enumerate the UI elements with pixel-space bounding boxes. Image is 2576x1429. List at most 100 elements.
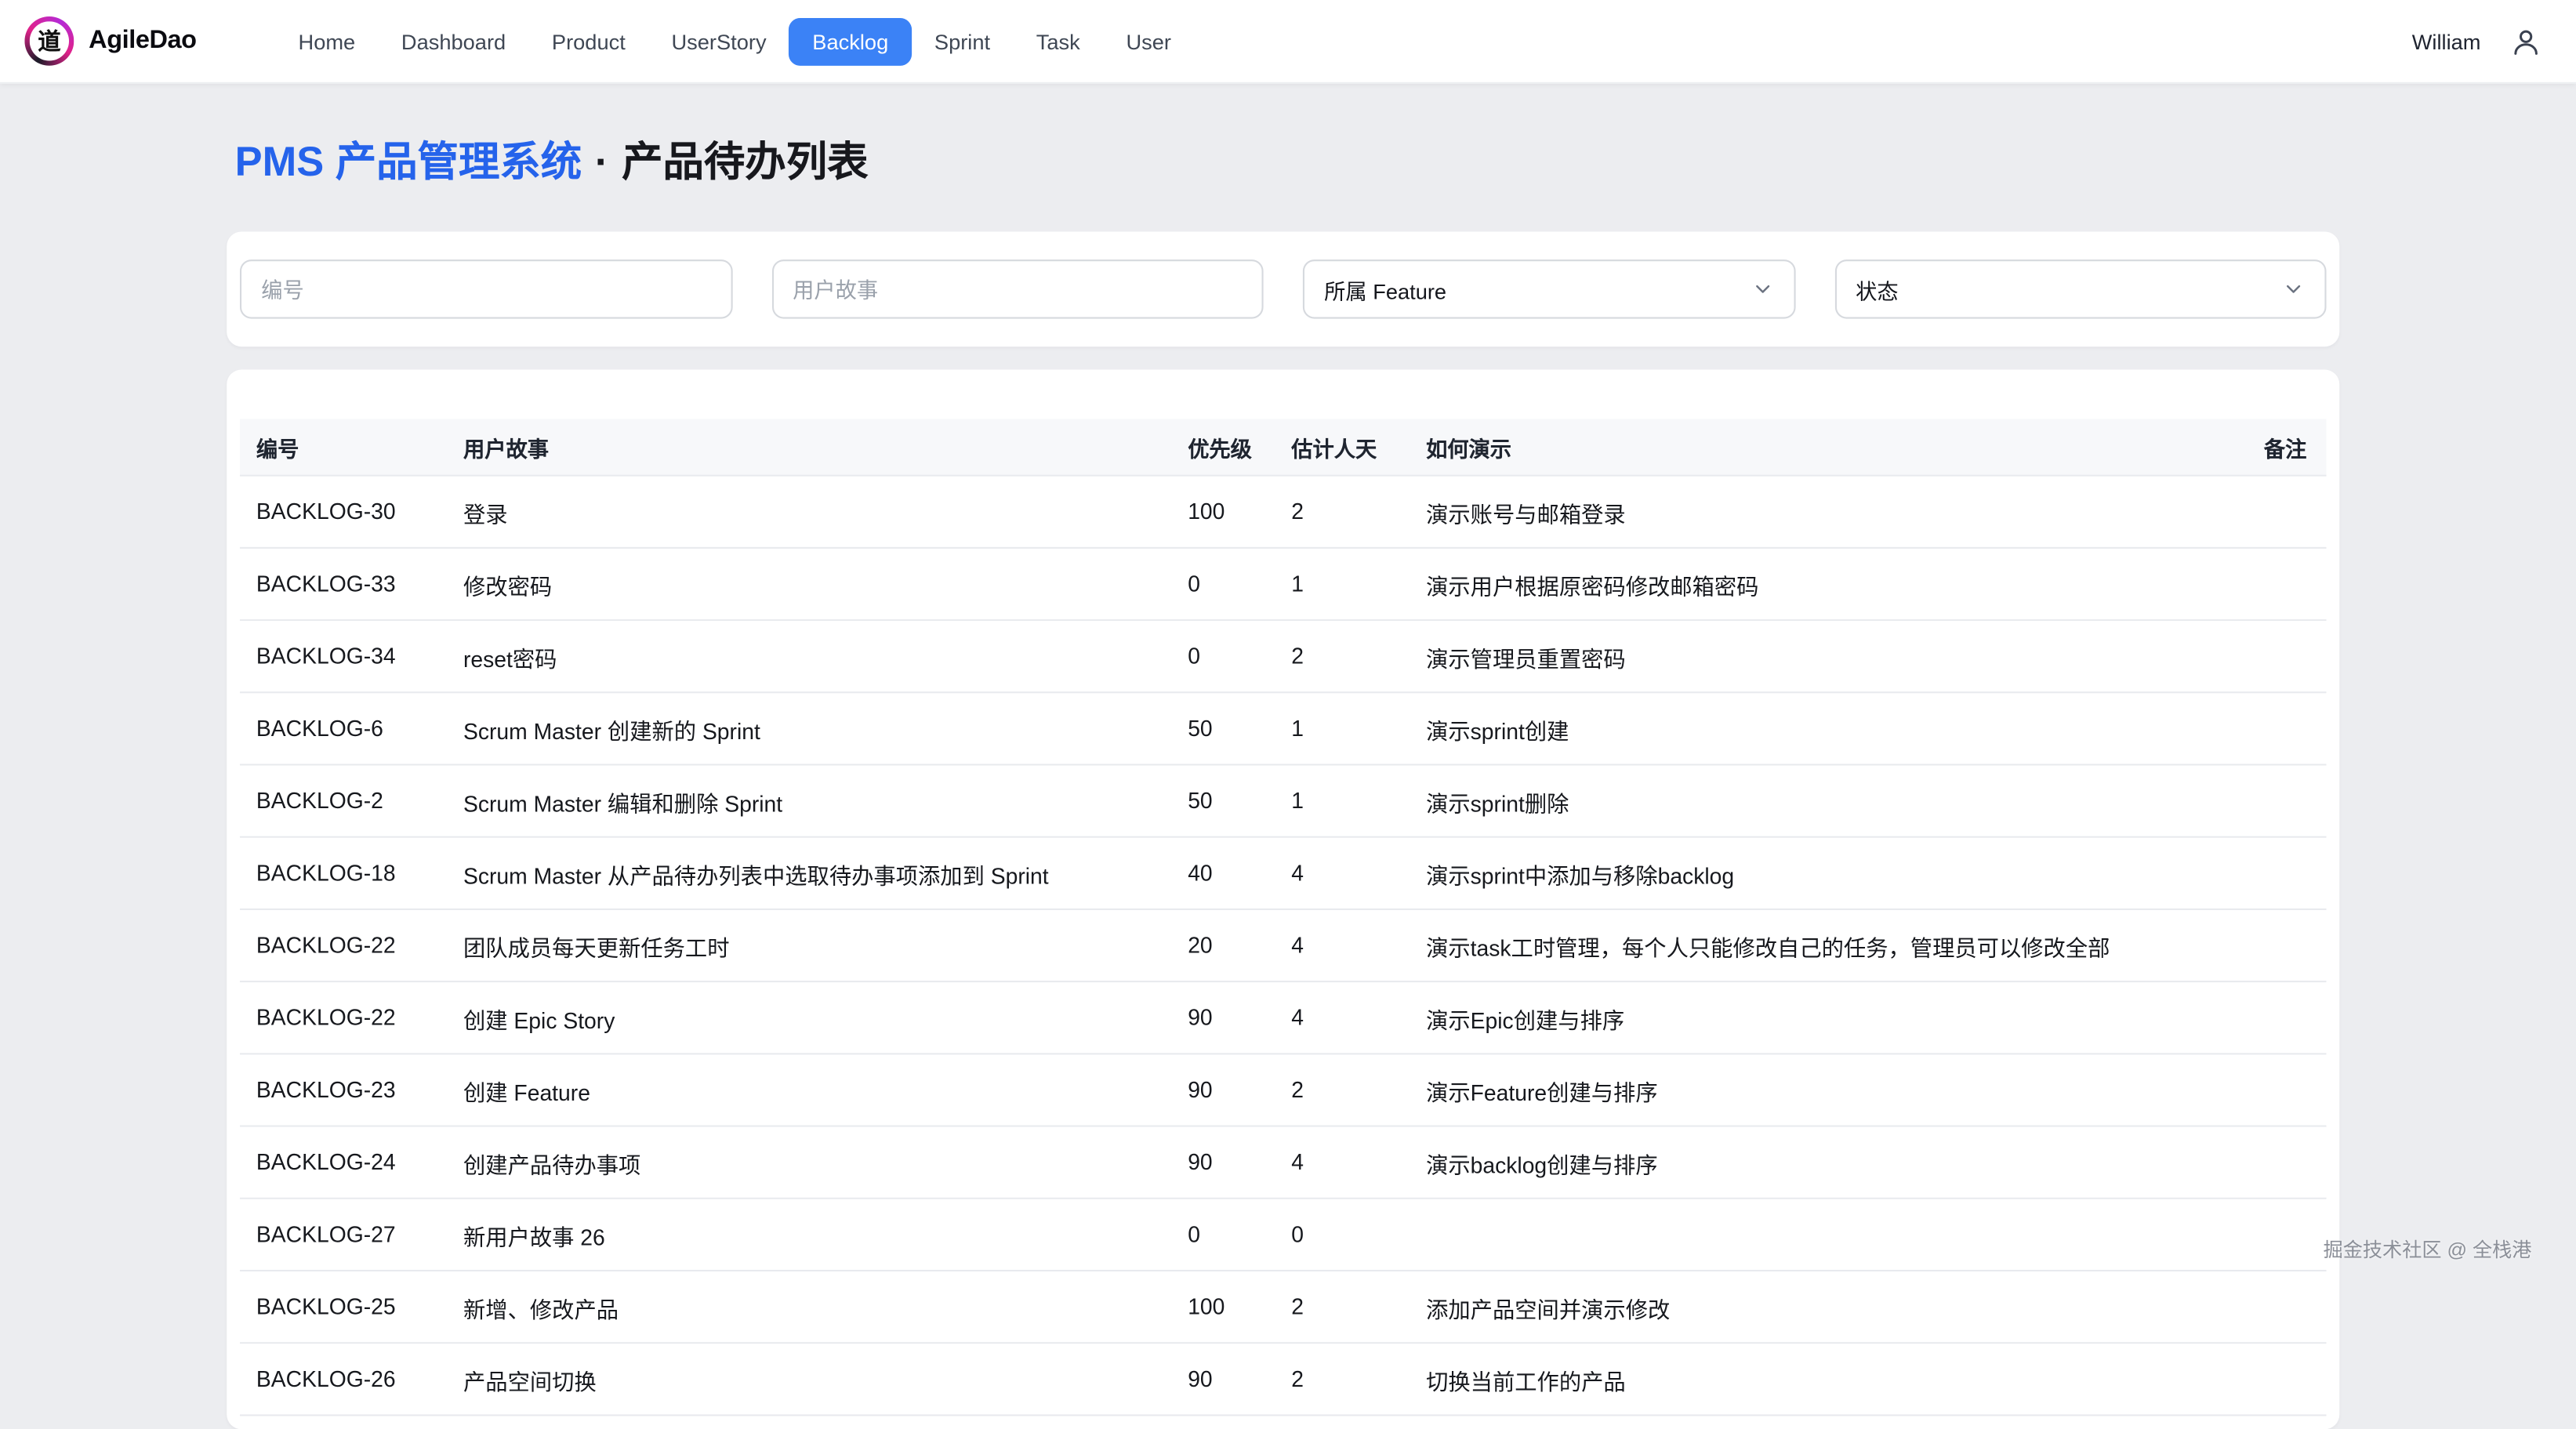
cell-story: 创建 Feature xyxy=(447,1074,1171,1107)
cell-story: Scrum Master 创建新的 Sprint xyxy=(447,712,1171,745)
cell-story: Scrum Master 从产品待办列表中选取待办事项添加到 Sprint xyxy=(447,857,1171,890)
nav-items: HomeDashboardProductUserStoryBacklogSpri… xyxy=(275,17,1194,65)
user-name[interactable]: William xyxy=(2412,29,2481,53)
cell-id: BACKLOG-18 xyxy=(240,861,447,885)
cell-priority: 0 xyxy=(1171,644,1275,669)
cell-demo: 演示Epic创建与排序 xyxy=(1410,1001,2248,1034)
cell-demo: 演示管理员重置密码 xyxy=(1410,640,2248,673)
cell-id: BACKLOG-33 xyxy=(240,571,447,596)
table-row[interactable]: BACKLOG-26产品空间切换902切换当前工作的产品 xyxy=(240,1344,2327,1416)
cell-demo: 演示账号与邮箱登录 xyxy=(1410,495,2248,528)
page-title: PMS 产品管理系统 · 产品待办列表 xyxy=(235,130,2340,189)
column-header: 优先级 xyxy=(1171,431,1275,462)
cell-days: 1 xyxy=(1275,789,1410,813)
brand-name: AgileDao xyxy=(89,27,196,56)
nav-item-backlog[interactable]: Backlog xyxy=(789,17,912,65)
cell-id: BACKLOG-24 xyxy=(240,1150,447,1174)
page-title-separator: · xyxy=(595,140,608,187)
nav-item-task[interactable]: Task xyxy=(1013,17,1103,65)
cell-id: BACKLOG-23 xyxy=(240,1078,447,1102)
brand[interactable]: 道 AgileDao xyxy=(24,16,196,66)
backlog-table-card: 编号用户故事优先级估计人天如何演示备注 BACKLOG-30登录1002演示账号… xyxy=(227,370,2339,1429)
cell-id: BACKLOG-30 xyxy=(240,499,447,524)
feature-select-value: 所属 Feature xyxy=(1324,274,1446,305)
table-header-row: 编号用户故事优先级估计人天如何演示备注 xyxy=(240,419,2327,476)
cell-priority: 90 xyxy=(1171,1006,1275,1030)
chevron-down-icon xyxy=(2282,277,2305,300)
cell-demo: 演示Feature创建与排序 xyxy=(1410,1074,2248,1107)
table-row[interactable]: BACKLOG-34reset密码02演示管理员重置密码 xyxy=(240,621,2327,693)
nav-item-sprint[interactable]: Sprint xyxy=(912,17,1014,65)
cell-id: BACKLOG-22 xyxy=(240,933,447,957)
main-content: PMS 产品管理系统 · 产品待办列表 所属 Feature 状态 编号用户故事… xyxy=(0,130,2576,1429)
status-select-value: 状态 xyxy=(1856,274,1899,305)
cell-id: BACKLOG-25 xyxy=(240,1294,447,1318)
table-row[interactable]: BACKLOG-2Scrum Master 编辑和删除 Sprint501演示s… xyxy=(240,766,2327,838)
cell-days: 2 xyxy=(1275,1078,1410,1102)
cell-story: 产品空间切换 xyxy=(447,1362,1171,1395)
cell-demo: 添加产品空间并演示修改 xyxy=(1410,1290,2248,1323)
nav-right: William xyxy=(2412,25,2542,56)
column-header: 如何演示 xyxy=(1410,431,2248,462)
nav-item-user[interactable]: User xyxy=(1103,17,1194,65)
story-filter-input[interactable] xyxy=(771,259,1264,318)
cell-story: reset密码 xyxy=(447,640,1171,673)
app-viewport: 道 AgileDao HomeDashboardProductUserStory… xyxy=(0,0,2576,1378)
table-body: BACKLOG-30登录1002演示账号与邮箱登录BACKLOG-33修改密码0… xyxy=(240,477,2327,1416)
nav-item-product[interactable]: Product xyxy=(529,17,649,65)
table-row[interactable]: BACKLOG-6Scrum Master 创建新的 Sprint501演示sp… xyxy=(240,693,2327,765)
table-row[interactable]: BACKLOG-18Scrum Master 从产品待办列表中选取待办事项添加到… xyxy=(240,838,2327,910)
table-row[interactable]: BACKLOG-27新用户故事 2600 xyxy=(240,1199,2327,1271)
cell-story: Scrum Master 编辑和删除 Sprint xyxy=(447,785,1171,818)
cell-demo: 演示task工时管理，每个人只能修改自己的任务，管理员可以修改全部 xyxy=(1410,929,2248,962)
cell-demo: 演示sprint删除 xyxy=(1410,785,2248,818)
logo-glyph: 道 xyxy=(38,30,60,53)
cell-priority: 0 xyxy=(1171,571,1275,596)
cell-story: 创建 Epic Story xyxy=(447,1001,1171,1034)
cell-story: 团队成员每天更新任务工时 xyxy=(447,929,1171,962)
cell-id: BACKLOG-2 xyxy=(240,789,447,813)
nav-item-dashboard[interactable]: Dashboard xyxy=(379,17,529,65)
cell-priority: 50 xyxy=(1171,716,1275,741)
nav-item-home[interactable]: Home xyxy=(275,17,378,65)
cell-priority: 90 xyxy=(1171,1078,1275,1102)
table-row[interactable]: BACKLOG-24创建产品待办事项904演示backlog创建与排序 xyxy=(240,1127,2327,1199)
page-title-section: 产品待办列表 xyxy=(622,130,868,189)
cell-story: 新用户故事 26 xyxy=(447,1218,1171,1251)
cell-story: 创建产品待办事项 xyxy=(447,1146,1171,1179)
cell-priority: 40 xyxy=(1171,861,1275,885)
chevron-down-icon xyxy=(1751,277,1773,300)
status-select[interactable]: 状态 xyxy=(1834,259,2327,318)
cell-priority: 0 xyxy=(1171,1222,1275,1246)
cell-priority: 20 xyxy=(1171,933,1275,957)
id-filter-input[interactable] xyxy=(240,259,732,318)
page-title-system: PMS 产品管理系统 xyxy=(235,130,582,189)
top-nav: 道 AgileDao HomeDashboardProductUserStory… xyxy=(0,0,2576,84)
table-row[interactable]: BACKLOG-23创建 Feature902演示Feature创建与排序 xyxy=(240,1054,2327,1126)
cell-story: 修改密码 xyxy=(447,568,1171,600)
user-icon[interactable] xyxy=(2510,25,2542,56)
cell-days: 4 xyxy=(1275,1006,1410,1030)
cell-priority: 50 xyxy=(1171,789,1275,813)
nav-item-userstory[interactable]: UserStory xyxy=(648,17,789,65)
cell-id: BACKLOG-27 xyxy=(240,1222,447,1246)
cell-days: 2 xyxy=(1275,1294,1410,1318)
feature-select[interactable]: 所属 Feature xyxy=(1303,259,1795,318)
cell-id: BACKLOG-6 xyxy=(240,716,447,741)
table-row[interactable]: BACKLOG-22团队成员每天更新任务工时204演示task工时管理，每个人只… xyxy=(240,910,2327,982)
table-row[interactable]: BACKLOG-25新增、修改产品1002添加产品空间并演示修改 xyxy=(240,1271,2327,1344)
cell-days: 4 xyxy=(1275,933,1410,957)
cell-days: 4 xyxy=(1275,1150,1410,1174)
cell-demo: 演示用户根据原密码修改邮箱密码 xyxy=(1410,568,2248,600)
cell-story: 登录 xyxy=(447,495,1171,528)
cell-days: 1 xyxy=(1275,571,1410,596)
cell-days: 2 xyxy=(1275,1367,1410,1391)
table-row[interactable]: BACKLOG-33修改密码01演示用户根据原密码修改邮箱密码 xyxy=(240,549,2327,621)
cell-id: BACKLOG-26 xyxy=(240,1367,447,1391)
cell-id: BACKLOG-34 xyxy=(240,644,447,669)
cell-demo: 演示backlog创建与排序 xyxy=(1410,1146,2248,1179)
table-row[interactable]: BACKLOG-22创建 Epic Story904演示Epic创建与排序 xyxy=(240,982,2327,1054)
cell-priority: 90 xyxy=(1171,1367,1275,1391)
table-row[interactable]: BACKLOG-30登录1002演示账号与邮箱登录 xyxy=(240,477,2327,549)
cell-days: 1 xyxy=(1275,716,1410,741)
